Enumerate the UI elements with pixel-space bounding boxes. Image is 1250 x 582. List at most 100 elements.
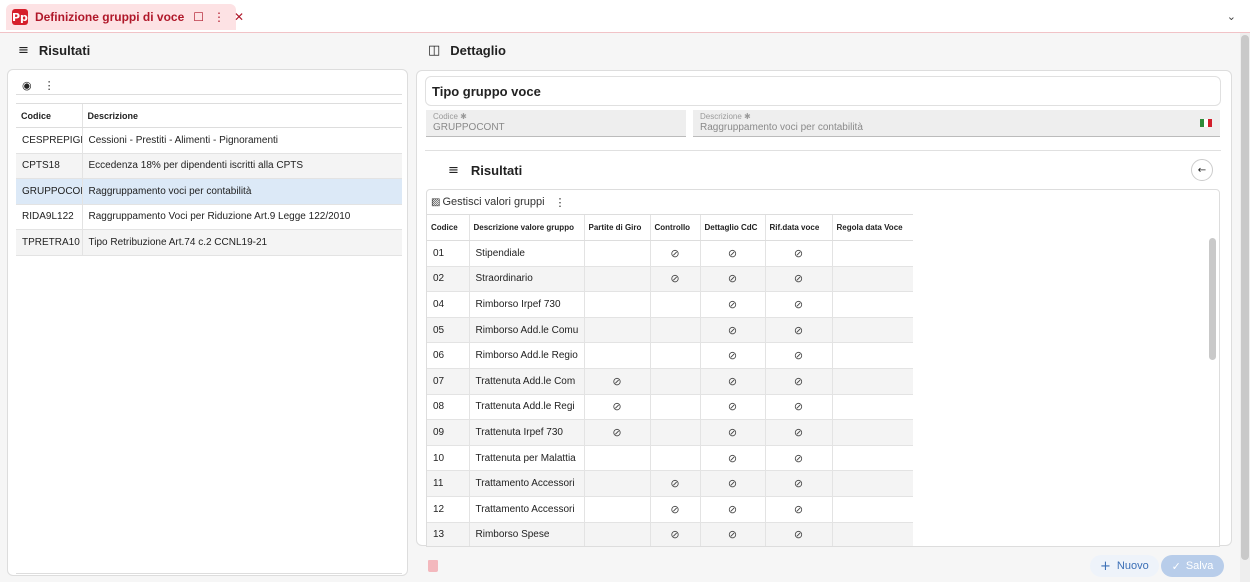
cell-cdc: ⊘ [699,317,765,344]
table-row[interactable]: 09 Trattenuta Irpef 730 ⊘ ⊘ ⊘ [427,419,913,446]
check-circle-icon: ⊘ [793,374,804,388]
cell-descrizione: Tipo Retribuzione Art.74 c.2 CCNL19-21 [81,229,402,256]
salva-button[interactable]: ✓ Salva [1161,555,1224,577]
table-row[interactable]: TPRETRA10 Tipo Retribuzione Art.74 c.2 C… [16,229,402,256]
cell-codice: 02 [427,266,469,293]
cell-codice: 08 [427,394,469,421]
cell-partite [583,240,650,267]
table-row[interactable]: 02 Straordinario ⊘ ⊘ ⊘ [427,266,913,293]
column-header-codice[interactable]: Codice [16,103,82,128]
manage-groups-button[interactable]: ▨ Gestisci valori gruppi [431,196,545,208]
table-row[interactable]: 11 Trattamento Accessori ⊘ ⊘ ⊘ [427,470,913,497]
table-row[interactable]: 13 Rimborso Spese ⊘ ⊘ ⊘ [427,522,913,546]
column-header-controllo[interactable]: Controllo [649,214,700,241]
cell-codice: 05 [427,317,469,344]
manage-groups-label: Gestisci valori gruppi [442,196,545,208]
results-pane-title: Risultati [38,42,91,58]
cell-cdc: ⊘ [699,291,765,318]
column-header-dettaglio-cdc[interactable]: Dettaglio CdC [699,214,765,241]
eye-icon[interactable]: ◉ [22,79,32,92]
cell-codice: CESPREPIGN [16,127,82,154]
column-header-regola-data[interactable]: Regola data Voce [831,214,913,241]
table-scrollbar[interactable] [1209,238,1216,360]
table-row[interactable]: 10 Trattenuta per Malattia ⊘ ⊘ [427,445,913,472]
table-row[interactable]: 07 Trattenuta Add.le Com ⊘ ⊘ ⊘ [427,368,913,395]
check-circle-icon: ⊘ [727,297,738,311]
values-table-container: ▨ Gestisci valori gruppi ⋮ Codice Descri… [426,189,1220,547]
cell-cdc: ⊘ [699,394,765,421]
table-row[interactable]: 04 Rimborso Irpef 730 ⊘ ⊘ [427,291,913,318]
codice-field[interactable]: Codice ✱ GRUPPOCONT [426,110,686,137]
cell-cdc: ⊘ [699,266,765,293]
cell-descrizione: Trattenuta per Malattia [468,445,584,472]
table-row-selected[interactable]: GRUPPOCONT Raggruppamento voci per conta… [16,178,402,205]
more-vert-icon[interactable]: ⋮ [44,79,55,92]
cell-cdc: ⊘ [699,445,765,472]
check-circle-icon: ⊘ [670,502,680,516]
check-circle-icon: ⊘ [727,425,738,439]
cell-codice: 11 [427,470,469,497]
check-icon: ✓ [1171,559,1181,573]
cell-cdc: ⊘ [699,368,765,395]
cell-rif: ⊘ [764,522,832,546]
table-row[interactable]: 05 Rimborso Add.le Comu ⊘ ⊘ [427,317,913,344]
close-icon[interactable]: ✕ [234,10,244,24]
check-circle-icon: ⊘ [670,528,680,542]
back-arrow-button[interactable]: ← [1191,159,1213,181]
cell-controllo: ⊘ [649,470,700,497]
cell-descrizione: Trattenuta Add.le Com [468,368,584,395]
column-header-partite-giro[interactable]: Partite di Giro [583,214,650,241]
results-title-label: Risultati [470,163,523,178]
cell-cdc: ⊘ [699,240,765,267]
check-circle-icon: ⊘ [793,349,804,363]
page-scrollbar[interactable] [1240,33,1250,582]
cell-partite [583,445,650,472]
tab-definizione-gruppi[interactable]: Pp Definizione gruppi di voce ☐ ⋮ ✕ [6,4,244,30]
nuovo-button[interactable]: + Nuovo [1090,555,1159,577]
column-header-codice[interactable]: Codice [427,214,469,241]
cell-descrizione: Trattamento Accessori [468,470,584,497]
cell-partite: ⊘ [583,419,650,446]
table-row[interactable]: CESPREPIGN Cessioni - Prestiti - Aliment… [16,127,402,154]
more-vert-icon[interactable]: ⋮ [555,196,566,209]
column-header-descrizione[interactable]: Descrizione [81,103,402,128]
cell-rif: ⊘ [764,317,832,344]
cell-cdc: ⊘ [699,522,765,546]
cell-regola [831,496,913,523]
table-row[interactable]: 08 Trattenuta Add.le Regi ⊘ ⊘ ⊘ [427,394,913,421]
bookmark-icon[interactable]: ☐ [193,10,204,24]
cell-descrizione: Rimborso Add.le Comu [468,317,584,344]
detail-pane-header: ◫ Dettaglio [410,33,506,67]
more-vert-icon[interactable]: ⋮ [213,10,225,24]
cell-partite [583,470,650,497]
check-circle-icon: ⊘ [727,349,738,363]
chevron-down-icon[interactable]: ⌄ [1227,10,1236,23]
nuovo-label: Nuovo [1116,560,1149,572]
descrizione-field[interactable]: Descrizione ✱ Raggruppamento voci per co… [693,110,1220,137]
cell-descrizione: Rimborso Add.le Regio [468,342,584,369]
cell-regola [831,342,913,369]
table-row[interactable]: RIDA9L122 Raggruppamento Voci per Riduzi… [16,204,402,230]
cell-descrizione: Trattenuta Add.le Regi [468,394,584,421]
cell-codice: CPTS18 [16,153,82,179]
salva-label: Salva [1185,560,1214,572]
trash-icon[interactable] [428,560,438,572]
italian-flag-icon[interactable] [1200,119,1212,127]
table-row[interactable]: 12 Trattamento Accessori ⊘ ⊘ ⊘ [427,496,913,523]
cell-regola [831,470,913,497]
cell-codice: 04 [427,291,469,318]
check-circle-icon: ⊘ [612,400,622,414]
cell-rif: ⊘ [764,368,832,395]
cell-rif: ⊘ [764,419,832,446]
descrizione-value: Raggruppamento voci per contabilità [700,122,863,133]
table-row[interactable]: 06 Rimborso Add.le Regio ⊘ ⊘ [427,342,913,369]
cell-controllo [649,419,700,446]
side-panel-icon[interactable]: ◫ [428,43,440,58]
column-header-rif-data[interactable]: Rif.data voce [764,214,832,241]
column-header-descrizione[interactable]: Descrizione valore gruppo [468,214,584,241]
cell-codice: 10 [427,445,469,472]
table-row[interactable]: CPTS18 Eccedenza 18% per dipendenti iscr… [16,153,402,179]
cell-codice: 01 [427,240,469,267]
table-row[interactable]: 01 Stipendiale ⊘ ⊘ ⊘ [427,240,913,267]
cell-regola [831,522,913,546]
